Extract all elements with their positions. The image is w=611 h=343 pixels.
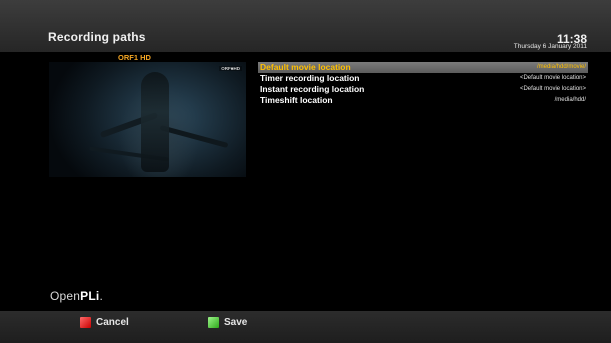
green-key-icon (208, 317, 219, 328)
setting-value: <Default movie location> (519, 86, 586, 92)
tv-preview: ORF■HD (49, 62, 246, 177)
station-logo: ORF■HD (219, 66, 242, 71)
red-key-icon (80, 317, 91, 328)
video-figure (141, 72, 169, 172)
header-bar: Recording paths 11:38 Thursday 6 January… (0, 0, 611, 52)
setting-label: Timer recording location (260, 73, 360, 83)
setting-value: /media/hdd/ (554, 97, 586, 103)
setting-timer-recording-location[interactable]: Timer recording location <Default movie … (258, 73, 588, 84)
logo-suffix: PLi (80, 289, 100, 303)
setting-timeshift-location[interactable]: Timeshift location /media/hdd/ (258, 95, 588, 106)
video-shape (159, 125, 229, 148)
date: Thursday 6 January 2011 (513, 43, 587, 50)
setting-value: /media/hdd/movie/ (536, 64, 586, 70)
page-title: Recording paths (48, 30, 146, 44)
setting-instant-recording-location[interactable]: Instant recording location <Default movi… (258, 84, 588, 95)
logo-dot: . (99, 289, 103, 303)
setting-label: Instant recording location (260, 84, 365, 94)
setting-value: <Default movie location> (519, 75, 586, 81)
openpli-logo: OpenPLi. (50, 289, 103, 303)
setting-label: Default movie location (260, 62, 351, 72)
save-label: Save (224, 317, 248, 328)
setting-default-movie-location[interactable]: Default movie location /media/hdd/movie/ (258, 62, 588, 73)
settings-list[interactable]: Default movie location /media/hdd/movie/… (258, 62, 588, 106)
setting-label: Timeshift location (260, 95, 333, 105)
logo-prefix: Open (50, 289, 81, 303)
recording-paths-screen: Recording paths 11:38 Thursday 6 January… (0, 0, 611, 343)
footer-bar: Cancel Save (0, 311, 611, 343)
cancel-label: Cancel (96, 317, 129, 328)
channel-name: ORF1 HD (118, 53, 151, 62)
